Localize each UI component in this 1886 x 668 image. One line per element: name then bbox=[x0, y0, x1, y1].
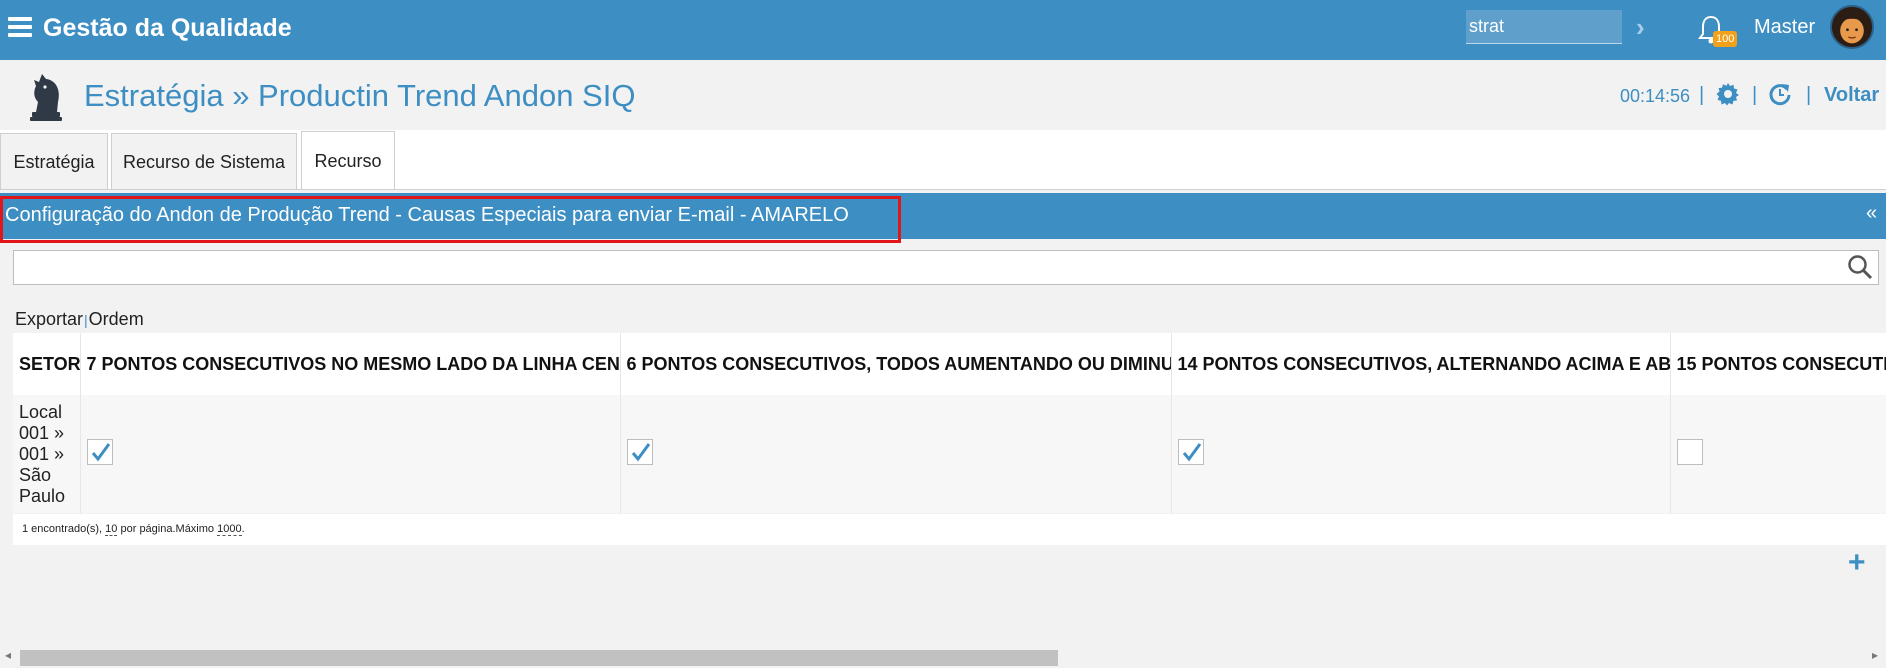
link-separator: | bbox=[84, 312, 88, 328]
session-clock: 00:14:56 bbox=[1620, 86, 1691, 106]
pagination-end: . bbox=[241, 523, 245, 535]
divider: | bbox=[1699, 84, 1705, 106]
check-cell bbox=[80, 395, 621, 513]
check-cell bbox=[620, 395, 1172, 513]
checkbox[interactable] bbox=[1177, 438, 1204, 465]
column-header-setor[interactable]: SETOR bbox=[13, 333, 81, 395]
filter-input[interactable] bbox=[13, 250, 1879, 285]
gear-icon[interactable] bbox=[1716, 82, 1740, 106]
data-table: SETOR 7 PONTOS CONSECUTIVOS NO MESMO LAD… bbox=[13, 333, 1886, 513]
per-page-label: por página.Máximo bbox=[120, 523, 215, 535]
check-cell bbox=[1171, 395, 1671, 513]
column-header[interactable]: 14 PONTOS CONSECUTIVOS, ALTERNANDO ACIMA… bbox=[1171, 333, 1671, 395]
setor-line: 001 » bbox=[19, 422, 65, 443]
column-header[interactable]: 6 PONTOS CONSECUTIVOS, TODOS AUMENTANDO … bbox=[620, 333, 1172, 395]
check-mark-icon bbox=[631, 442, 650, 461]
setor-line: São bbox=[19, 464, 52, 485]
user-name[interactable]: Master bbox=[1754, 16, 1815, 39]
tab-estrategia[interactable]: Estratégia bbox=[0, 133, 108, 189]
scrollbar-thumb[interactable] bbox=[20, 650, 1058, 666]
search-input[interactable] bbox=[1466, 10, 1622, 44]
notification-badge: 100 bbox=[1713, 31, 1738, 47]
setor-line: Local bbox=[19, 401, 63, 422]
refresh-icon[interactable] bbox=[1768, 82, 1792, 106]
setor-line: 001 » bbox=[19, 443, 65, 464]
app-title: Gestão da Qualidade bbox=[43, 14, 292, 42]
order-link[interactable]: Ordem bbox=[89, 309, 144, 329]
search-go-icon[interactable]: › bbox=[1636, 12, 1645, 43]
table-header-row: SETOR 7 PONTOS CONSECUTIVOS NO MESMO LAD… bbox=[13, 333, 1886, 395]
setor-line: Paulo bbox=[19, 485, 66, 506]
collapse-button[interactable]: « bbox=[1866, 202, 1877, 225]
found-count: 1 encontrado(s), bbox=[22, 523, 103, 535]
divider: | bbox=[1806, 84, 1812, 106]
checkbox[interactable] bbox=[1676, 438, 1703, 465]
export-link[interactable]: Exportar bbox=[15, 309, 83, 329]
setor-cell: Local 001 » 001 » São Paulo bbox=[13, 395, 81, 513]
check-cell bbox=[1670, 395, 1886, 513]
highlight-box bbox=[0, 196, 901, 243]
action-links: Exportar|Ordem bbox=[15, 309, 144, 330]
back-button[interactable]: Voltar bbox=[1824, 84, 1879, 107]
column-header[interactable]: 15 PONTOS CONSECUTIVOS bbox=[1670, 333, 1886, 395]
pagination-info: 1 encontrado(s), 10 por página.Máximo 10… bbox=[13, 514, 1886, 545]
scroll-left-icon[interactable]: ◂ bbox=[5, 648, 11, 662]
menu-icon[interactable] bbox=[8, 17, 32, 39]
search-icon[interactable] bbox=[1847, 254, 1873, 280]
checkbox[interactable] bbox=[86, 438, 113, 465]
chess-knight-icon bbox=[30, 74, 62, 121]
per-page-value[interactable]: 10 bbox=[105, 523, 118, 536]
check-mark-icon bbox=[1182, 442, 1201, 461]
divider: | bbox=[1752, 84, 1758, 106]
page-title: Estratégia » Productin Trend Andon SIQ bbox=[84, 78, 636, 113]
max-value[interactable]: 1000 bbox=[217, 523, 242, 536]
table-row[interactable]: Local 001 » 001 » São Paulo bbox=[13, 395, 1886, 513]
add-button[interactable]: + bbox=[1848, 546, 1866, 580]
column-header[interactable]: 7 PONTOS CONSECUTIVOS NO MESMO LADO DA L… bbox=[80, 333, 621, 395]
tab-recurso-de-sistema[interactable]: Recurso de Sistema bbox=[111, 133, 297, 189]
avatar[interactable] bbox=[1830, 5, 1874, 49]
scroll-right-icon[interactable]: ▸ bbox=[1872, 648, 1878, 662]
tab-recurso[interactable]: Recurso bbox=[301, 131, 395, 189]
checkbox[interactable] bbox=[626, 438, 653, 465]
check-mark-icon bbox=[91, 442, 110, 461]
